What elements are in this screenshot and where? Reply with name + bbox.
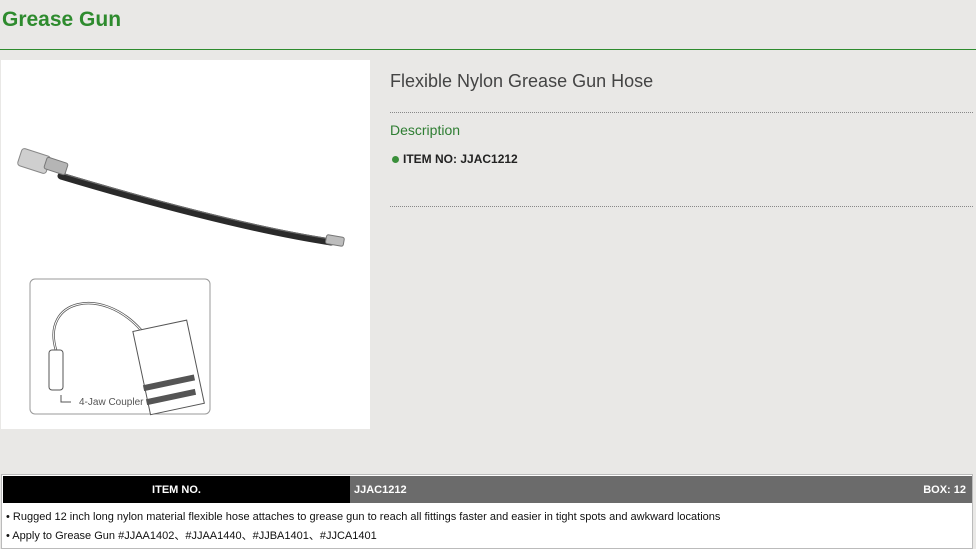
spec-table-header: ITEM NO. JJAC1212 BOX: 12 [3,476,972,503]
spec-item-no: JJAC1212 [354,483,407,496]
spec-note: • Rugged 12 inch long nylon material fle… [6,511,721,523]
item-row-header: JJAC1212 BOX: 12 [350,476,972,503]
item-number-line: ITEM NO: JJAC1212 [392,152,518,166]
item-no-column-header: ITEM NO. [3,476,350,503]
spec-notes: • Rugged 12 inch long nylon material fle… [6,508,720,545]
coupler-callout: 4-Jaw Coupler [79,397,144,408]
page-title: Grease Gun [2,8,122,31]
divider-dotted [390,112,973,113]
product-image[interactable]: 4-Jaw Coupler [1,60,370,429]
inset-diagram: 4-Jaw Coupler [29,278,211,416]
green-bullet-icon [392,155,399,163]
item-no-value: JJAC1212 [460,152,518,166]
spec-note: • Apply to Grease Gun #JJAA1402、#JJAA144… [6,529,377,542]
description-label: Description [390,122,461,138]
grease-hose-illustration: 4-Jaw Coupler [17,148,345,416]
item-no-label: ITEM NO: [403,152,457,166]
spec-box-qty: BOX: 12 [923,483,966,496]
title-divider [0,49,976,50]
spec-table: ITEM NO. JJAC1212 BOX: 12 • Rugged 12 in… [1,474,973,549]
divider-dotted [390,206,973,207]
product-name: Flexible Nylon Grease Gun Hose [390,71,654,91]
hose-photo [17,148,345,247]
